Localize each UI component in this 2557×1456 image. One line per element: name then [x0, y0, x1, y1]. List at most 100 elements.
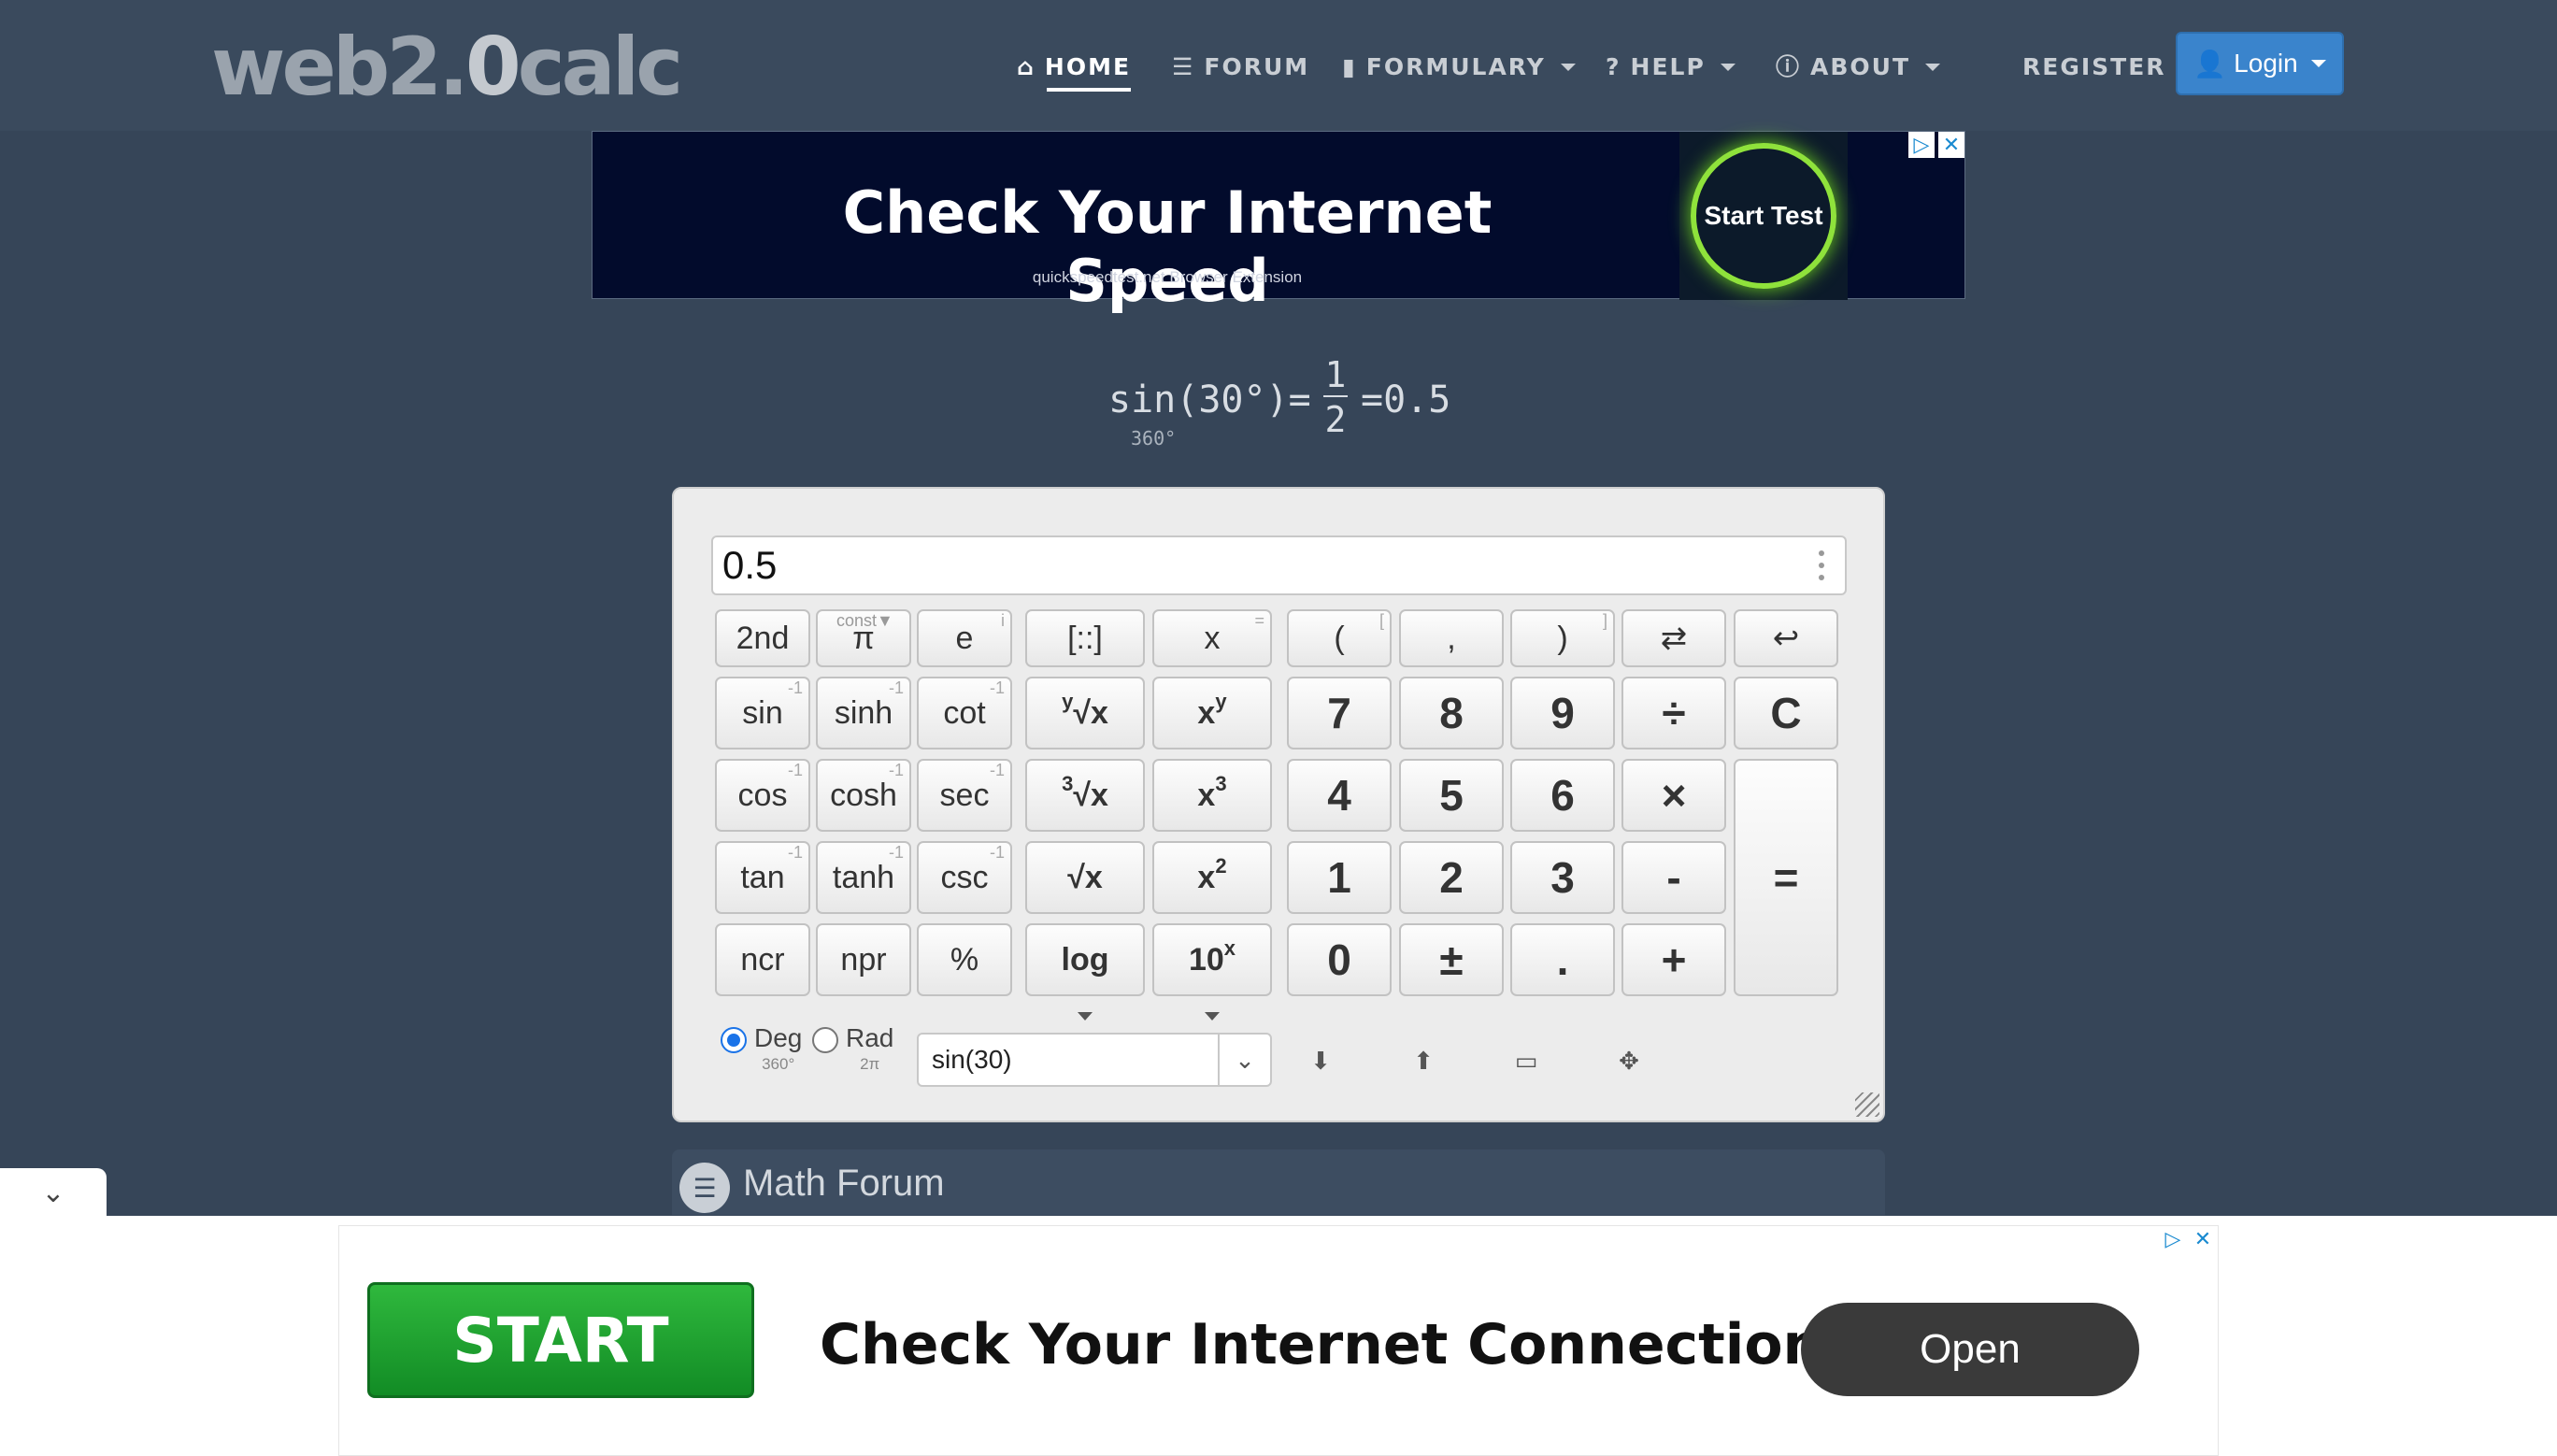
close-icon[interactable]: ✕	[1938, 132, 1964, 158]
chevron-down-icon[interactable]: ⌄	[1218, 1035, 1270, 1085]
ad-open-button[interactable]: Open	[1801, 1303, 2139, 1396]
arrow-up-icon[interactable]: ⬆	[1405, 1042, 1442, 1079]
top-ad-headline: Check Your Internet Speed	[842, 178, 1493, 315]
nav-forum[interactable]: ☰ FORUM	[1172, 49, 1309, 86]
equation-deg-label: 360°	[1131, 427, 1177, 450]
key-csc[interactable]: -1 csc	[917, 841, 1012, 914]
nav-about[interactable]: ⓘ ABOUT	[1776, 49, 1941, 86]
nav-help[interactable]: ? HELP	[1606, 49, 1736, 86]
key-cosh[interactable]: -1 cosh	[816, 759, 911, 832]
key-plus[interactable]: +	[1621, 923, 1726, 996]
key-swap[interactable]: ⇄	[1621, 609, 1726, 667]
ad-start-button[interactable]: START	[367, 1282, 754, 1398]
key-4[interactable]: 4	[1287, 759, 1392, 832]
math-forum-header[interactable]: ☰ Math Forum	[672, 1149, 1885, 1215]
key-9[interactable]: 9	[1510, 677, 1615, 749]
arrow-down-icon[interactable]: ⬇	[1302, 1042, 1339, 1079]
key-1[interactable]: 1	[1287, 841, 1392, 914]
key-3[interactable]: 3	[1510, 841, 1615, 914]
mode-deg[interactable]: Deg 360°	[721, 1023, 802, 1074]
list-icon: ☰	[1172, 53, 1195, 80]
key-multiply[interactable]: ×	[1621, 759, 1726, 832]
nav-register[interactable]: REGISTER	[2022, 49, 2166, 86]
key-cot[interactable]: -1 cot	[917, 677, 1012, 749]
caret-down-icon	[2310, 60, 2326, 67]
key-2[interactable]: 2	[1399, 841, 1504, 914]
key-7[interactable]: 7	[1287, 677, 1392, 749]
nav-home[interactable]: ⌂ HOME	[1017, 49, 1132, 92]
info-icon: ⓘ	[1776, 53, 1802, 80]
close-icon[interactable]: ✕	[2190, 1226, 2216, 1252]
key-tanh[interactable]: -1 tanh	[816, 841, 911, 914]
question-icon: ?	[1606, 53, 1621, 80]
caret-down-icon	[1720, 64, 1736, 71]
key-divide[interactable]: ÷	[1621, 677, 1726, 749]
collapse-ad-button[interactable]: ⌄	[0, 1168, 107, 1217]
key-minus[interactable]: -	[1621, 841, 1726, 914]
calculator-display[interactable]: 0.5	[711, 535, 1847, 595]
start-test-button[interactable]: Start Test	[1691, 143, 1836, 289]
chevron-down-icon: ⌄	[41, 1177, 65, 1208]
site-logo[interactable]: web2.0calc	[211, 21, 683, 114]
bottom-ad-content[interactable]: START Check Your Internet Connection Ope…	[338, 1225, 2219, 1456]
key-0[interactable]: 0	[1287, 923, 1392, 996]
key-plusminus[interactable]: ±	[1399, 923, 1504, 996]
key-equals[interactable]: =	[1734, 759, 1838, 996]
key-cuberoot[interactable]: 3 √x	[1025, 759, 1145, 832]
key-tan[interactable]: -1 tan	[715, 841, 810, 914]
caret-down-icon	[1560, 64, 1576, 71]
key-cos[interactable]: -1 cos	[715, 759, 810, 832]
key-backspace[interactable]: ↩	[1734, 609, 1838, 667]
list-icon: ☰	[679, 1163, 730, 1213]
key-x[interactable]: = x	[1152, 609, 1272, 667]
rad-radio[interactable]	[812, 1027, 838, 1053]
key-ncr[interactable]: ncr	[715, 923, 810, 996]
equation-result: =0.5	[1361, 378, 1451, 421]
key-npr[interactable]: npr	[816, 923, 911, 996]
nav-formulary[interactable]: ▮ FORMULARY	[1342, 49, 1576, 86]
top-ad-banner[interactable]: Check Your Internet Speed quickspeedtest…	[592, 131, 1965, 315]
move-icon[interactable]: ✥	[1610, 1042, 1648, 1079]
nav-active-underline	[1047, 88, 1132, 92]
deg-radio[interactable]	[721, 1027, 747, 1053]
key-xcube[interactable]: x3	[1152, 759, 1272, 832]
more-vertical-icon[interactable]	[1819, 550, 1824, 580]
swap-icon: ⇄	[1660, 621, 1688, 656]
ad-choices-icon[interactable]: ▷	[1908, 132, 1935, 158]
key-xsquare[interactable]: x2	[1152, 841, 1272, 914]
key-decimal[interactable]: .	[1510, 923, 1615, 996]
minimize-icon[interactable]: ▭	[1507, 1042, 1545, 1079]
key-5[interactable]: 5	[1399, 759, 1504, 832]
key-8[interactable]: 8	[1399, 677, 1504, 749]
key-lparen[interactable]: [(	[1287, 609, 1392, 667]
key-sec[interactable]: -1 sec	[917, 759, 1012, 832]
backspace-icon: ↩	[1772, 621, 1800, 656]
ad-choices-icon[interactable]: ▷	[2160, 1226, 2186, 1252]
key-xpowy[interactable]: xy	[1152, 677, 1272, 749]
history-select[interactable]: sin(30) ⌄	[917, 1033, 1272, 1087]
math-forum-title: Math Forum	[743, 1163, 945, 1204]
navbar: web2.0calc ⌂ HOME ☰ FORUM ▮ FORMULARY ? …	[0, 0, 2557, 131]
equation-fraction: 1 2	[1323, 354, 1348, 440]
key-pi[interactable]: const▼ π	[816, 609, 911, 667]
key-sqrt[interactable]: √x	[1025, 841, 1145, 914]
key-percent[interactable]: %	[917, 923, 1012, 996]
key-sin[interactable]: -1 sin	[715, 677, 810, 749]
login-button[interactable]: 👤 Login	[2176, 32, 2344, 95]
mode-rad[interactable]: Rad 2π	[812, 1023, 893, 1074]
book-icon: ▮	[1342, 53, 1357, 80]
key-clear[interactable]: C	[1734, 677, 1838, 749]
caret-down-icon[interactable]	[1205, 1012, 1220, 1021]
key-e[interactable]: ie	[917, 609, 1012, 667]
key-yroot[interactable]: y √x	[1025, 677, 1145, 749]
resize-handle[interactable]	[1855, 1092, 1879, 1117]
key-2nd[interactable]: 2nd	[715, 609, 810, 667]
key-log[interactable]: log	[1025, 923, 1145, 1021]
key-comma[interactable]: ,	[1399, 609, 1504, 667]
key-sinh[interactable]: -1 sinh	[816, 677, 911, 749]
key-6[interactable]: 6	[1510, 759, 1615, 832]
key-rparen[interactable]: ])	[1510, 609, 1615, 667]
caret-down-icon[interactable]	[1078, 1012, 1093, 1021]
key-matrix[interactable]: [::]	[1025, 609, 1145, 667]
key-10powx[interactable]: 10 x	[1152, 923, 1272, 1021]
